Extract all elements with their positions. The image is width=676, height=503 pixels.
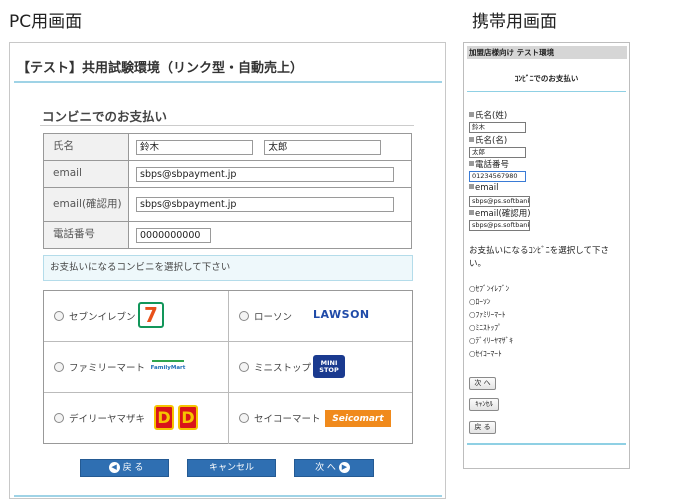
store-option-familymart[interactable]: ファミリーマート FamilyMart (44, 342, 228, 393)
bullet-icon (469, 161, 474, 166)
title-divider (14, 81, 442, 83)
mobile-payment-screen: 加盟店様向け テスト環境 ｺﾝﾋﾞﾆでのお支払い 氏名(姓) 鈴木 氏名(名) … (463, 42, 630, 469)
seicomart-logo: Seicomart (325, 410, 391, 427)
section-title: コンビニでのお支払い (42, 109, 168, 124)
radio-icon[interactable] (239, 362, 249, 372)
pc-payment-screen: 【テスト】共用試験環境（リンク型・自動売上） コンビニでのお支払い 氏名 鈴木 … (9, 42, 446, 499)
store-label: ローソン (254, 312, 293, 323)
store-option[interactable]: ○ﾌｧﾐﾘｰﾏｰﾄ (469, 309, 506, 320)
store-option-lawson[interactable]: ローソン LAWSON (228, 291, 412, 342)
phone-input[interactable]: 0000000000 (136, 227, 211, 243)
arrow-right-icon: ▶ (338, 462, 350, 473)
back-button[interactable]: ◀ 戻 る (80, 459, 169, 477)
store-option-seven-eleven[interactable]: セブンイレブン 7 (44, 291, 228, 342)
lawson-logo: LAWSON (313, 308, 370, 321)
last-name-input[interactable]: 鈴木 (469, 122, 526, 133)
first-name-label: 氏名(名) (469, 134, 507, 146)
arrow-left-icon: ◀ (108, 462, 120, 473)
store-label: ファミリーマート (69, 363, 146, 374)
name-label: 氏名 (43, 133, 129, 161)
store-option[interactable]: ○ﾛｰｿﾝ (469, 296, 491, 307)
mobile-screen-caption: 携帯用画面 (472, 12, 557, 32)
email-confirm-label: email(確認用) (43, 187, 129, 222)
back-button[interactable]: 戻 る (469, 421, 496, 434)
email-confirm-input[interactable]: sbps@sbpayment.jp (136, 197, 394, 212)
store-label: セイコーマート (254, 414, 321, 425)
daily-yamazaki-logo: D (154, 405, 174, 430)
last-name-input[interactable]: 鈴木 (136, 139, 253, 155)
store-option[interactable]: ○ｾﾌﾞﾝｲﾚﾌﾞﾝ (469, 283, 509, 294)
familymart-logo: FamilyMart (151, 360, 185, 374)
store-option[interactable]: ○ﾃﾞｲﾘｰﾔﾏｻﾞｷ (469, 335, 513, 346)
store-option-seicomart[interactable]: セイコーマート Seicomart (228, 393, 412, 444)
store-grid: セブンイレブン 7 ローソン LAWSON ファミリーマート FamilyMar… (43, 290, 413, 444)
next-button[interactable]: 次 へ ▶ (294, 459, 374, 477)
email-input[interactable]: sbps@sbpayment.jp (136, 166, 394, 182)
store-label: デイリーヤマザキ (69, 414, 146, 425)
store-option-daily-yamazaki[interactable]: デイリーヤマザキ D D (44, 393, 228, 444)
store-option[interactable]: ○ｾｲｺｰﾏｰﾄ (469, 348, 502, 359)
radio-icon[interactable] (54, 362, 64, 372)
first-name-input[interactable]: 太郎 (264, 139, 382, 155)
store-option[interactable]: ○ﾐﾆｽﾄｯﾌﾟ (469, 322, 502, 333)
bullet-icon (469, 112, 474, 117)
next-button[interactable]: 次 へ (469, 377, 496, 390)
phone-input[interactable]: 01234567980 (469, 171, 526, 182)
store-label: ミニストップ (254, 363, 312, 374)
cancel-button[interactable]: キャンセル (187, 459, 276, 477)
pc-screen-caption: PC用画面 (9, 12, 83, 32)
last-name-label: 氏名(姓) (469, 109, 507, 121)
bottom-divider (467, 443, 626, 445)
radio-icon[interactable] (54, 311, 64, 321)
email-input[interactable]: sbps@ps.softbank. (469, 196, 530, 207)
bottom-divider (14, 495, 442, 497)
page-title: 【テスト】共用試験環境（リンク型・自動売上） (17, 61, 304, 76)
bullet-icon (469, 137, 474, 142)
select-store-text: お支払いになるｺﾝﾋﾞﾆを選択して下さい。 (469, 246, 609, 269)
email-label: email (43, 160, 129, 188)
store-option-ministop[interactable]: ミニストップ MINI STOP (228, 342, 412, 393)
email-confirm-input[interactable]: sbps@ps.softbank. (469, 220, 530, 231)
radio-icon[interactable] (239, 311, 249, 321)
section-divider (40, 125, 414, 126)
email-label: email (469, 183, 498, 193)
radio-icon[interactable] (54, 413, 64, 423)
title-divider (467, 91, 626, 92)
seven-eleven-logo: 7 (138, 302, 164, 328)
phone-label: 電話番号 (43, 221, 129, 249)
mobile-page-title: ｺﾝﾋﾞﾆでのお支払い (514, 74, 579, 83)
daily-yamazaki-logo: D (178, 405, 198, 430)
email-confirm-label: email(確認用) (469, 207, 531, 219)
customer-form: 氏名 鈴木 太郎 email sbps@sbpayment.jp email(確… (43, 133, 412, 249)
bullet-icon (469, 184, 474, 189)
store-label: セブンイレブン (69, 312, 136, 323)
radio-icon[interactable] (239, 413, 249, 423)
bullet-icon (469, 210, 474, 215)
select-store-notice: お支払いになるコンビニを選択して下さい (43, 255, 413, 281)
ministop-logo: MINI STOP (313, 355, 345, 378)
mobile-header: 加盟店様向け テスト環境 (467, 46, 627, 59)
phone-label: 電話番号 (469, 158, 509, 170)
first-name-input[interactable]: 太郎 (469, 147, 526, 158)
cancel-button[interactable]: ｷｬﾝｾﾙ (469, 398, 499, 411)
